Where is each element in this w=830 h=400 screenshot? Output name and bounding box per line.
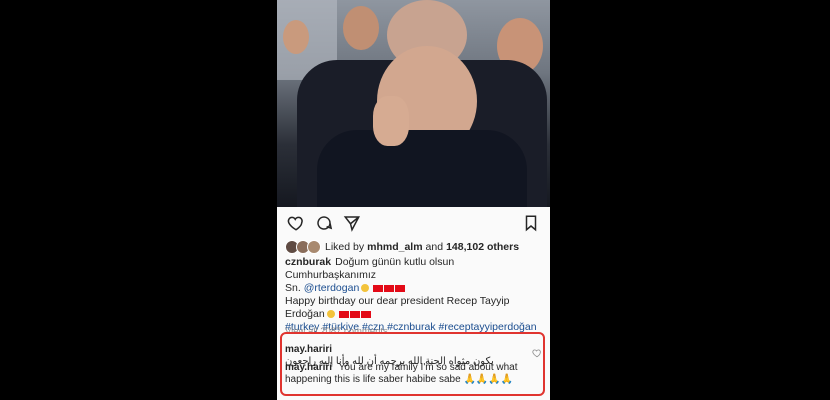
likes-mid: and [425,241,444,253]
caption-line3: Happy birthday our dear president Recep … [285,295,510,307]
turkish-flags-icon [338,308,372,321]
comment-item: may.hariri You are my family I'm so sad … [285,362,541,386]
person-center-back [343,6,379,50]
hand [373,96,409,146]
avatar [307,240,321,254]
likes-count[interactable]: 148,102 others [446,241,519,253]
comment-username[interactable]: may.hariri [285,344,332,355]
comment-icon[interactable] [313,212,335,234]
turkish-flags-icon [373,282,406,295]
likes-prefix: Liked by [325,241,365,253]
comment-like-heart-icon[interactable] [532,345,542,358]
person-left [283,20,309,54]
smile-emoji-icon [326,310,335,319]
caption-line4: Erdoğan [285,308,325,320]
bookmark-icon[interactable] [520,212,542,234]
liker-avatars [285,240,321,254]
coat-front [317,130,527,207]
instagram-post: Liked by mhmd_alm and 148,102 others czn… [277,0,550,400]
caption-mention[interactable]: @rterdogan [304,282,360,294]
caption-mention-prefix: Sn. [285,282,301,294]
liker-username[interactable]: mhmd_alm [367,241,422,253]
heart-icon[interactable] [285,212,307,234]
caption-username[interactable]: cznburak [285,256,331,268]
post-photo[interactable] [277,0,550,207]
smile-emoji-icon [361,284,370,293]
post-actions [277,207,550,239]
likes-row[interactable]: Liked by mhmd_alm and 148,102 others [285,239,547,255]
post-caption: cznburak Doğum günün kutlu olsun Cumhurba… [285,256,545,334]
comment-username[interactable]: may.hariri [285,362,332,373]
share-icon[interactable] [341,212,363,234]
